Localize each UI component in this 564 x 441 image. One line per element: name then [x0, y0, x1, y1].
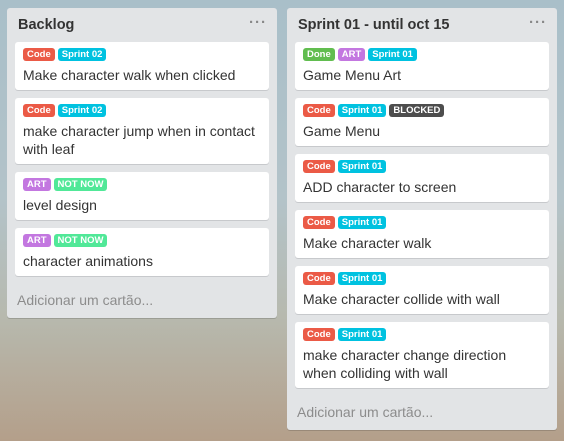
- card-label: BLOCKED: [389, 104, 445, 117]
- card-label: Code: [23, 48, 55, 61]
- list-menu-icon[interactable]: ···: [529, 14, 547, 31]
- list-title[interactable]: Backlog: [18, 16, 267, 34]
- list-menu-icon[interactable]: ···: [249, 14, 267, 31]
- card-container: Code Sprint 02 Make character walk when cl…: [7, 42, 277, 276]
- card[interactable]: Code Sprint 01 make character change direc…: [295, 322, 549, 388]
- card-label: Code: [303, 272, 335, 285]
- card-label: Code: [303, 104, 335, 117]
- card-label: Sprint 01: [337, 160, 387, 173]
- card-title: Make character collide with wall: [303, 291, 500, 307]
- card-title: character animations: [23, 253, 153, 269]
- card-title: Make character walk when clicked: [23, 67, 236, 83]
- card[interactable]: Code Sprint 01 BLOCKED Game Menu: [295, 98, 549, 146]
- card[interactable]: ART NOT NOW character animations: [15, 228, 269, 276]
- card-labels: Code Sprint 01 BLOCKED: [303, 104, 541, 118]
- card-label: Code: [23, 104, 55, 117]
- card-title: Game Menu Art: [303, 67, 402, 83]
- card[interactable]: Code Sprint 02 make character jump when in…: [15, 98, 269, 164]
- card-title: make character jump when in contact with…: [23, 123, 255, 157]
- card[interactable]: Done ART Sprint 01 Game Menu Art: [295, 42, 549, 90]
- card-label: Code: [303, 160, 335, 173]
- card-labels: Code Sprint 01: [303, 328, 541, 342]
- card-label: ART: [23, 178, 51, 191]
- card[interactable]: Code Sprint 01 Make character walk: [295, 210, 549, 258]
- card-title: make character change direction when col…: [303, 347, 507, 381]
- card-labels: Done ART Sprint 01: [303, 48, 541, 62]
- card-label: Sprint 01: [337, 104, 387, 117]
- card-label: Code: [303, 216, 335, 229]
- card-label: Sprint 01: [337, 328, 387, 341]
- list-header: Sprint 01 - until oct 15 ···: [287, 8, 557, 42]
- card-title: Make character walk: [303, 235, 432, 251]
- card-title: Game Menu: [303, 123, 381, 139]
- card-labels: Code Sprint 01: [303, 216, 541, 230]
- card-labels: Code Sprint 02: [23, 104, 261, 118]
- card-labels: Code Sprint 01: [303, 272, 541, 286]
- card-labels: ART NOT NOW: [23, 178, 261, 192]
- card-label: Done: [303, 48, 335, 61]
- card-labels: Code Sprint 01: [303, 160, 541, 174]
- add-card-button[interactable]: Adicionar um cartão...: [17, 292, 153, 308]
- card-title: level design: [23, 197, 97, 213]
- card-label: NOT NOW: [53, 178, 108, 191]
- card[interactable]: Code Sprint 01 Make character collide with…: [295, 266, 549, 314]
- add-card-button[interactable]: Adicionar um cartão...: [297, 404, 433, 420]
- card-label: Sprint 01: [368, 48, 417, 61]
- card[interactable]: ART NOT NOW level design: [15, 172, 269, 220]
- card-title: ADD character to screen: [303, 179, 457, 195]
- list-sprint-01: Sprint 01 - until oct 15 ··· Done ART Spri…: [287, 8, 557, 430]
- card[interactable]: Code Sprint 02 Make character walk when cl…: [15, 42, 269, 90]
- card-container: Done ART Sprint 01 Game Menu Art Code Sprint …: [287, 42, 557, 388]
- card-label: Code: [303, 328, 335, 341]
- list-backlog: Backlog ··· Code Sprint 02 Make character …: [7, 8, 277, 318]
- card-label: Sprint 01: [337, 216, 387, 229]
- card-label: ART: [337, 48, 366, 61]
- card-label: Sprint 01: [337, 272, 387, 285]
- card-label: ART: [23, 234, 51, 247]
- card[interactable]: Code Sprint 01 ADD character to screen: [295, 154, 549, 202]
- list-header: Backlog ···: [7, 8, 277, 42]
- card-labels: Code Sprint 02: [23, 48, 261, 62]
- card-label: NOT NOW: [53, 234, 108, 247]
- card-labels: ART NOT NOW: [23, 234, 261, 248]
- card-label: Sprint 02: [57, 104, 107, 117]
- list-title[interactable]: Sprint 01 - until oct 15: [298, 16, 547, 34]
- card-label: Sprint 02: [57, 48, 107, 61]
